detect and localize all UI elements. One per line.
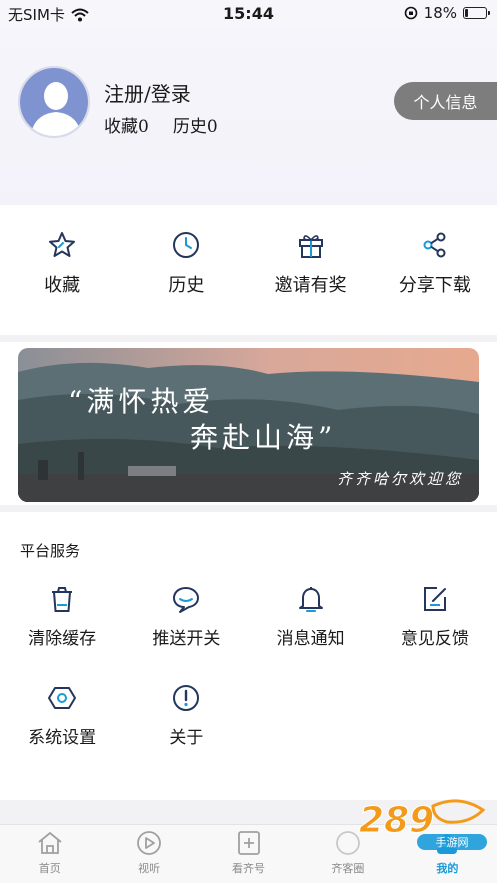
quick-action-history[interactable]: 历史 <box>124 205 248 335</box>
favorites-count[interactable]: 收藏0 <box>104 112 149 137</box>
quick-actions: 收藏 历史 邀请有奖 分享下载 <box>0 205 497 335</box>
history-count[interactable]: 历史0 <box>173 112 218 137</box>
section-title: 平台服务 <box>20 542 81 560</box>
platform-services: 平台服务 清除缓存 推送开关 消息通知 意见反馈 系统设置 关于 <box>0 512 497 800</box>
gift-icon <box>298 235 323 258</box>
settings-hexagon-icon <box>48 687 77 709</box>
personal-info-button[interactable]: 个人信息 <box>394 82 497 120</box>
tab-media[interactable]: 视听 <box>99 825 198 883</box>
default-avatar-icon <box>20 68 88 136</box>
service-label: 消息通知 <box>276 629 345 649</box>
quick-action-label: 分享下载 <box>398 275 471 296</box>
service-label: 关于 <box>169 728 204 748</box>
profile-stats: 收藏0 历史0 <box>104 112 218 137</box>
info-icon <box>173 685 200 711</box>
quick-action-label: 收藏 <box>44 275 81 296</box>
service-clear-cache[interactable]: 清除缓存 <box>0 584 124 649</box>
tab-home[interactable]: 首页 <box>0 825 99 883</box>
chat-bubble-icon <box>173 587 200 613</box>
service-notifications[interactable]: 消息通知 <box>249 584 373 649</box>
tab-label: 看齐号 <box>232 862 266 875</box>
login-register-link[interactable]: 注册/登录 <box>104 78 191 107</box>
service-feedback[interactable]: 意见反馈 <box>373 584 497 649</box>
service-label: 推送开关 <box>152 629 221 649</box>
quick-action-label: 历史 <box>168 275 205 296</box>
battery-fill <box>465 9 468 17</box>
service-label: 意见反馈 <box>400 629 469 649</box>
service-about[interactable]: 关于 <box>124 683 248 748</box>
bell-icon <box>298 587 323 612</box>
profile-header: 注册/登录 收藏0 历史0 个人信息 <box>0 26 497 204</box>
tab-label: 首页 <box>38 862 61 875</box>
battery-icon <box>463 7 490 19</box>
banner-section: “满怀热爱 奔赴山海” 齐齐哈尔欢迎您 <box>0 342 497 505</box>
tab-label: 齐客圈 <box>331 862 365 875</box>
status-bar: 无SIM卡 15:44 18% <box>0 0 497 26</box>
plus-square-icon <box>237 831 260 855</box>
service-settings[interactable]: 系统设置 <box>0 683 124 748</box>
quick-action-invite[interactable]: 邀请有奖 <box>249 205 373 335</box>
tab-label: 我的 <box>436 862 459 875</box>
watermark-logo: 289 手游网 <box>359 799 487 850</box>
quick-action-favorites[interactable]: 收藏 <box>0 205 124 335</box>
status-right: 18% <box>404 4 490 22</box>
promo-banner[interactable]: “满怀热爱 奔赴山海” 齐齐哈尔欢迎您 <box>18 348 479 502</box>
home-icon <box>38 831 62 854</box>
quick-action-share[interactable]: 分享下载 <box>373 205 497 335</box>
avatar[interactable] <box>18 66 90 138</box>
banner-line-2: 奔赴山海” <box>190 421 337 454</box>
star-icon <box>49 232 76 257</box>
service-label: 清除缓存 <box>28 629 97 649</box>
orientation-lock-icon <box>404 6 417 20</box>
battery-percent: 18% <box>423 4 457 22</box>
edit-icon <box>423 587 446 611</box>
banner-line-1: “满怀热爱 <box>68 385 215 418</box>
quick-action-label: 邀请有奖 <box>274 275 347 296</box>
banner-line-3: 齐齐哈尔欢迎您 <box>336 470 463 488</box>
trash-icon <box>52 587 73 612</box>
clock-icon <box>173 232 200 258</box>
service-label: 系统设置 <box>28 728 97 748</box>
tab-label: 视听 <box>138 862 161 875</box>
services-grid: 清除缓存 推送开关 消息通知 意见反馈 系统设置 关于 <box>0 584 497 748</box>
service-push-toggle[interactable]: 推送开关 <box>124 584 248 649</box>
tab-kanqi[interactable]: 看齐号 <box>199 825 298 883</box>
play-icon <box>137 831 162 855</box>
watermark-subtext: 手游网 <box>436 835 469 849</box>
share-icon <box>423 232 446 258</box>
